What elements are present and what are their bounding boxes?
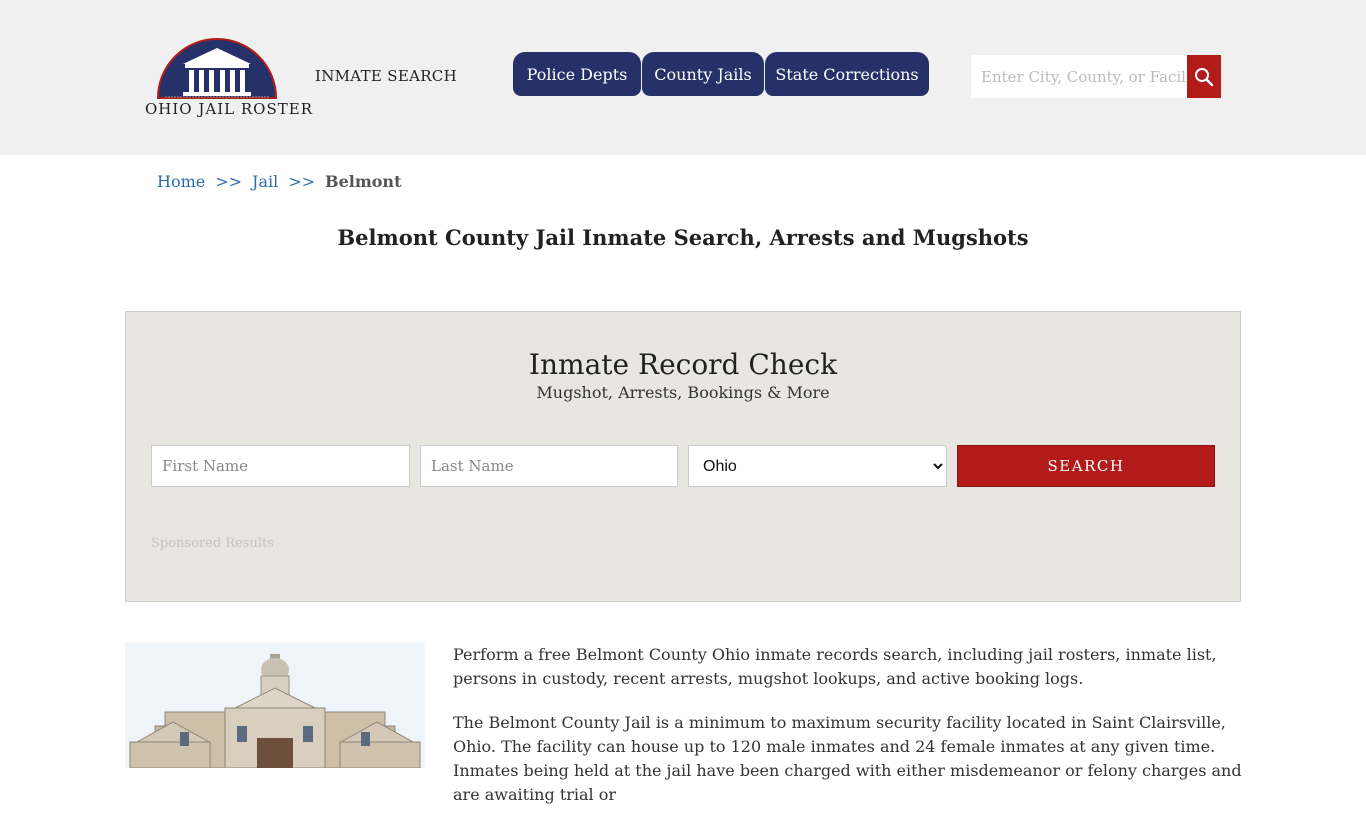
nav-state-corrections[interactable]: State Corrections xyxy=(765,52,929,96)
record-search-button[interactable]: SEARCH xyxy=(957,445,1215,487)
last-name-input[interactable] xyxy=(420,445,678,487)
inmate-search-link[interactable]: INMATE SEARCH xyxy=(315,67,457,85)
panel-subtitle: Mugshot, Arrests, Bookings & More xyxy=(536,383,830,402)
nav-police-depts[interactable]: Police Depts xyxy=(513,52,641,96)
courthouse-illustration-icon xyxy=(125,642,425,768)
body-content: Perform a free Belmont County Ohio inmat… xyxy=(453,643,1243,827)
breadcrumb-home[interactable]: Home xyxy=(157,172,205,191)
site-header: OHIO JAIL ROSTER INMATE SEARCH Police De… xyxy=(0,0,1366,155)
state-select[interactable]: Ohio xyxy=(688,445,947,487)
paragraph-intro: Perform a free Belmont County Ohio inmat… xyxy=(453,645,1217,688)
search-icon xyxy=(1195,67,1214,86)
breadcrumb-jail[interactable]: Jail xyxy=(252,172,278,191)
site-logo[interactable]: OHIO JAIL ROSTER xyxy=(145,34,313,124)
paragraph-facility: The Belmont County Jail is a minimum to … xyxy=(453,713,1242,804)
first-name-input[interactable] xyxy=(151,445,410,487)
capitol-logo-icon xyxy=(156,38,278,99)
panel-title: Inmate Record Check xyxy=(528,348,838,381)
breadcrumb-separator: >> xyxy=(215,172,243,191)
header-search xyxy=(971,55,1221,98)
logo-text: OHIO JAIL ROSTER xyxy=(145,100,313,118)
courthouse-image xyxy=(125,642,425,768)
breadcrumb: Home >> Jail >> Belmont xyxy=(157,172,401,191)
inmate-record-check-panel: Inmate Record Check Mugshot, Arrests, Bo… xyxy=(125,311,1241,602)
breadcrumb-separator: >> xyxy=(288,172,316,191)
header-search-input[interactable] xyxy=(971,55,1187,98)
nav-county-jails[interactable]: County Jails xyxy=(642,52,764,96)
breadcrumb-current: Belmont xyxy=(325,172,402,191)
header-search-button[interactable] xyxy=(1187,55,1221,98)
page-title: Belmont County Jail Inmate Search, Arres… xyxy=(337,225,1029,250)
sponsored-results-label: Sponsored Results xyxy=(151,536,274,551)
